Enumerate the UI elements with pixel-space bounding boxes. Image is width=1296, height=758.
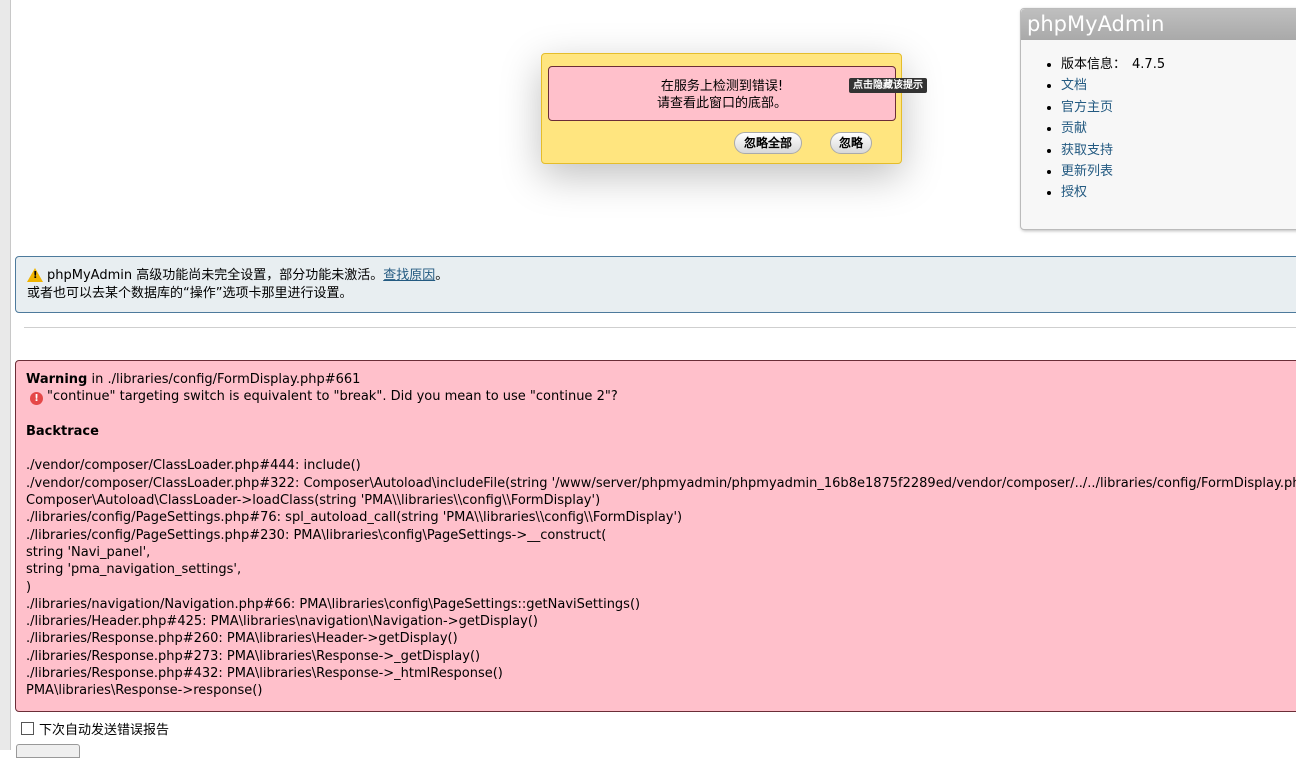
ignore-button[interactable]: 忽略 bbox=[830, 132, 872, 154]
notice-line1: phpMyAdmin 高级功能尚未完全设置，部分功能未激活。查找原因。 bbox=[27, 267, 1296, 285]
list-item: 贡献 bbox=[1061, 118, 1296, 139]
error-block: Warning in ./libraries/config/FormDispla… bbox=[15, 360, 1296, 712]
auto-send-label[interactable]: 下次自动发送错误报告 bbox=[39, 723, 169, 738]
warning-message-line: ! "continue" targeting switch is equivale… bbox=[26, 388, 1296, 406]
error-notification-message: 在服务上检测到错误! 请查看此窗口的底部。 bbox=[548, 66, 896, 121]
backtrace-line: ./libraries/config/PageSettings.php#230:… bbox=[26, 527, 607, 543]
backtrace-line: ./libraries/Response.php#273: PMA\librar… bbox=[26, 648, 481, 664]
backtrace-line: PMA\libraries\Response->response() bbox=[26, 683, 263, 699]
list-item: 授权 bbox=[1061, 182, 1296, 203]
find-reason-link[interactable]: 查找原因 bbox=[383, 268, 435, 283]
hide-notice-tooltip: 点击隐藏该提示 bbox=[849, 78, 927, 93]
contribute-link[interactable]: 贡献 bbox=[1061, 121, 1087, 136]
backtrace-line: ./vendor/composer/ClassLoader.php#322: C… bbox=[26, 475, 1296, 491]
info-list: 版本信息： 4.7.5 文档 官方主页 贡献 获取支持 更新列表 授权 bbox=[1021, 40, 1296, 204]
list-item: 更新列表 bbox=[1061, 161, 1296, 182]
backtrace-heading: Backtrace bbox=[26, 423, 1296, 440]
list-item: 官方主页 bbox=[1061, 97, 1296, 118]
backtrace-line: ./libraries/config/PageSettings.php#76: … bbox=[26, 510, 683, 526]
version-value: 4.7.5 bbox=[1132, 57, 1166, 72]
version-info: 版本信息： 4.7.5 bbox=[1061, 54, 1296, 75]
auto-send-checkbox[interactable] bbox=[21, 722, 34, 735]
auto-send-report-row: 下次自动发送错误报告 bbox=[21, 722, 169, 740]
phpmyadmin-info-box: phpMyAdmin 版本信息： 4.7.5 文档 官方主页 贡献 获取支持 更新… bbox=[1020, 8, 1296, 230]
backtrace-line: ) bbox=[26, 579, 32, 595]
backtrace-line: ./libraries/navigation/Navigation.php#66… bbox=[26, 596, 641, 612]
popup-message-line1: 在服务上检测到错误! bbox=[660, 79, 784, 94]
backtrace-line: ./libraries/Response.php#260: PMA\librar… bbox=[26, 631, 458, 647]
config-notice: phpMyAdmin 高级功能尚未完全设置，部分功能未激活。查找原因。 或者也可… bbox=[15, 256, 1296, 313]
ignore-all-button[interactable]: 忽略全部 bbox=[734, 132, 802, 154]
get-support-link[interactable]: 获取支持 bbox=[1061, 143, 1113, 158]
error-icon: ! bbox=[30, 392, 43, 406]
changelog-link[interactable]: 更新列表 bbox=[1061, 164, 1113, 179]
backtrace-line: ./vendor/composer/ClassLoader.php#444: i… bbox=[26, 458, 361, 474]
navigation-panel-edge bbox=[0, 0, 11, 750]
popup-message-line2: 请查看此窗口的底部。 bbox=[656, 96, 787, 111]
backtrace-line: ./libraries/Response.php#432: PMA\librar… bbox=[26, 666, 503, 682]
error-notification-popup: 在服务上检测到错误! 请查看此窗口的底部。 忽略全部 忽略 bbox=[541, 53, 902, 164]
warning-heading: Warning in ./libraries/config/FormDispla… bbox=[26, 371, 1296, 388]
notice-text: phpMyAdmin 高级功能尚未完全设置，部分功能未激活。 bbox=[47, 268, 384, 283]
documentation-link[interactable]: 文档 bbox=[1061, 78, 1087, 93]
report-button[interactable] bbox=[16, 744, 80, 758]
warning-location: in ./libraries/config/FormDisplay.php#66… bbox=[87, 372, 361, 387]
backtrace-line: Composer\Autoload\ClassLoader->loadClass… bbox=[26, 493, 601, 509]
warning-icon bbox=[27, 268, 43, 282]
backtrace-line: string 'pma_navigation_settings', bbox=[26, 562, 242, 578]
backtrace-line: ./libraries/Header.php#425: PMA\librarie… bbox=[26, 614, 538, 630]
homepage-link[interactable]: 官方主页 bbox=[1061, 100, 1113, 115]
notice-period: 。 bbox=[435, 268, 449, 283]
backtrace-line: string 'Navi_panel', bbox=[26, 544, 151, 560]
list-item: 获取支持 bbox=[1061, 140, 1296, 161]
divider bbox=[24, 327, 1296, 328]
warning-message: "continue" targeting switch is equivalen… bbox=[47, 389, 618, 405]
license-link[interactable]: 授权 bbox=[1061, 185, 1087, 200]
info-box-title: phpMyAdmin bbox=[1021, 9, 1296, 40]
list-item: 文档 bbox=[1061, 75, 1296, 96]
notice-line2: 或者也可以去某个数据库的“操作”选项卡那里进行设置。 bbox=[27, 286, 353, 301]
warning-label: Warning bbox=[26, 372, 88, 387]
backtrace-label: Backtrace bbox=[26, 423, 99, 439]
version-label: 版本信息： bbox=[1061, 57, 1127, 72]
